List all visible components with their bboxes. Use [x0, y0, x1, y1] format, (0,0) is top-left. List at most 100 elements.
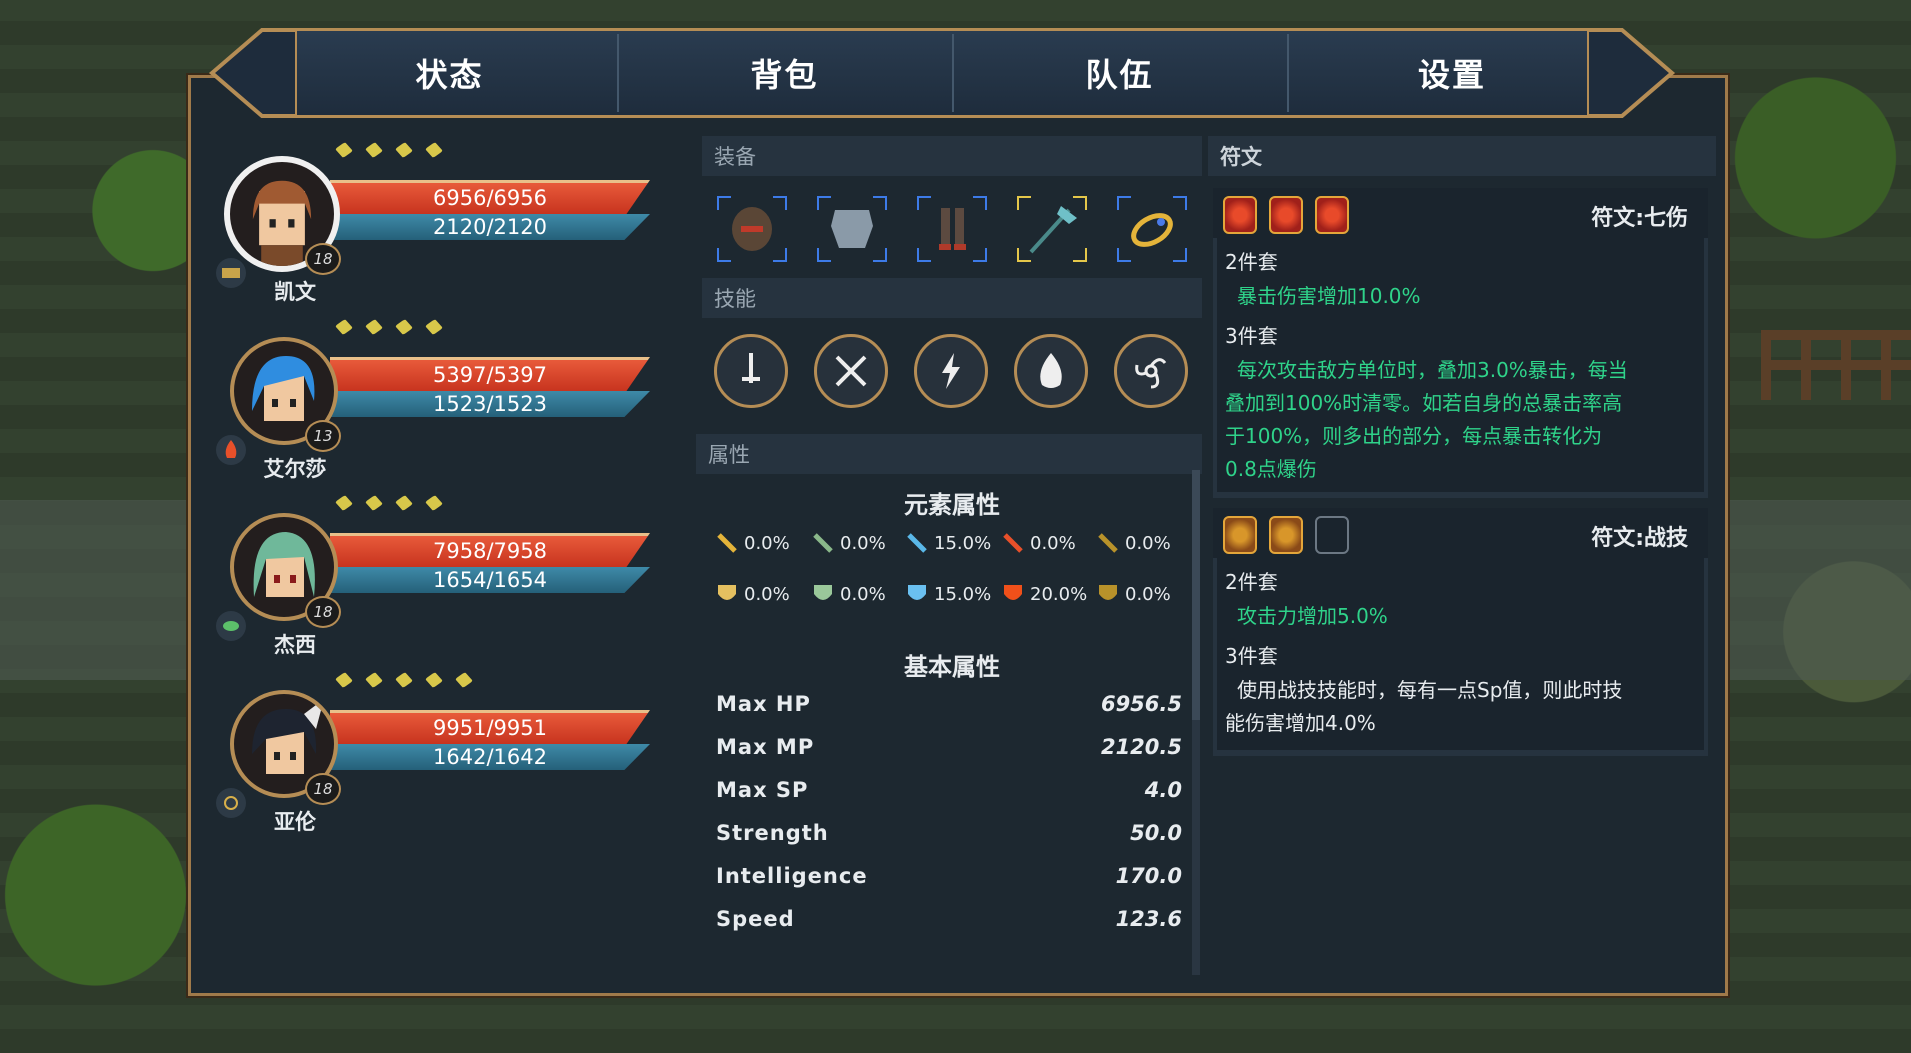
attributes-scrollbar[interactable]: [1192, 470, 1200, 975]
stat-value: 2120.5: [1100, 735, 1182, 759]
stat-value: 6956.5: [1100, 692, 1182, 716]
rune-icon[interactable]: [1315, 196, 1349, 234]
rune-set-qishang: 符文:七伤 2件套 暴击伤害增加10.0% 3件套 每次攻击敌方单位时，叠加3.…: [1213, 188, 1708, 498]
crossed-swords-icon: [835, 355, 867, 387]
shield-gold-icon: [718, 585, 736, 600]
star-pips: [335, 672, 473, 688]
two-piece-label: 2件套: [1225, 250, 1278, 274]
runes-header: 符文: [1208, 136, 1716, 176]
rune-set-header: 符文:七伤: [1213, 188, 1708, 238]
wind-icon: [216, 788, 246, 818]
equip-slot-helmet[interactable]: [717, 196, 787, 262]
rune-set-header: 符文:战技: [1213, 508, 1708, 558]
background-fence: [1761, 330, 1911, 400]
character-card-jessie[interactable]: 7958/7958 1654/1654 18 杰西: [210, 491, 670, 666]
character-card-kevin[interactable]: 6956/6956 2120/2120 18 凯文: [210, 138, 670, 313]
character-name: 艾尔莎: [263, 457, 327, 481]
lightning-icon: [942, 353, 960, 389]
skill-sword[interactable]: [714, 334, 788, 408]
rune-empty-icon[interactable]: [1315, 516, 1349, 554]
skill-cross-slash[interactable]: [814, 334, 888, 408]
equip-slot-weapon[interactable]: [1017, 196, 1087, 262]
stat-value: 170.0: [1115, 864, 1182, 888]
three-piece-effect-line: 每次攻击敌方单位时，叠加3.0%暴击，每当: [1237, 358, 1628, 382]
character-card-elsa[interactable]: 5397/5397 1523/1523 13 艾尔莎: [210, 315, 670, 490]
equip-slot-legs[interactable]: [917, 196, 987, 262]
basic-attributes-title: 基本属性: [904, 653, 1000, 681]
three-piece-label: 3件套: [1225, 324, 1278, 348]
three-piece-effect-line: 于100%，则多出的部分，每点暴击转化为: [1225, 424, 1603, 448]
hp-text: 9951/9951: [433, 716, 547, 740]
attack-res-1: 0.0%: [812, 532, 886, 554]
mp-text: 1523/1523: [433, 392, 547, 416]
rune-set-body: 2件套 攻击力增加5.0% 3件套 使用战技技能时，每有一点Sp值，则此时技 能…: [1217, 558, 1704, 750]
triskelion-icon: [1135, 358, 1167, 389]
rune-icon[interactable]: [1223, 196, 1257, 234]
character-name: 亚伦: [274, 810, 316, 834]
three-piece-effect-line: 0.8点爆伤: [1225, 457, 1317, 481]
tab-backpack[interactable]: 背包: [622, 28, 947, 118]
hp-text: 7958/7958: [433, 539, 547, 563]
three-piece-effect-line: 能伤害增加4.0%: [1225, 711, 1376, 735]
hp-text: 6956/6956: [433, 186, 547, 210]
stat-name: Max MP: [716, 735, 815, 759]
skill-fire[interactable]: [1014, 334, 1088, 408]
skills-header: 技能: [702, 278, 1202, 318]
two-piece-effect: 暴击伤害增加10.0%: [1237, 284, 1421, 308]
two-piece-effect: 攻击力增加5.0%: [1237, 604, 1388, 628]
shield-bronze-icon: [1099, 585, 1117, 600]
sword-icon: [742, 353, 760, 383]
rune-icon[interactable]: [1269, 516, 1303, 554]
tab-bar: 状态 背包 队伍 设置: [202, 22, 1682, 124]
attack-res-0: 0.0%: [716, 532, 790, 554]
rune-set-title: 符文:七伤: [1591, 206, 1688, 231]
rune-icon[interactable]: [1223, 516, 1257, 554]
star-pips: [335, 142, 443, 158]
hp-text: 5397/5397: [433, 363, 547, 387]
attack-res-3: 0.0%: [1002, 532, 1076, 554]
stat-name: Intelligence: [716, 864, 868, 888]
equip-slot-ring[interactable]: [1117, 196, 1187, 262]
star-pips: [335, 319, 443, 335]
skill-slots: [712, 330, 1192, 414]
mp-text: 1642/1642: [433, 745, 547, 769]
sword-gold-icon: [717, 533, 737, 553]
tab-bar-left-cap: [202, 22, 299, 124]
tab-divider: [952, 34, 954, 112]
skill-lightning[interactable]: [914, 334, 988, 408]
scrollbar-thumb[interactable]: [1192, 470, 1200, 720]
stat-name: Max HP: [716, 692, 811, 716]
stat-name: Strength: [716, 821, 829, 845]
tab-status[interactable]: 状态: [287, 28, 612, 118]
character-name: 凯文: [274, 280, 316, 304]
skill-triskelion[interactable]: [1114, 334, 1188, 408]
scroll-icon: [216, 258, 246, 288]
defense-res-3: 20.0%: [1002, 582, 1087, 606]
equip-slot-chest[interactable]: [817, 196, 887, 262]
shield-red-icon: [1004, 585, 1022, 600]
stat-value: 50.0: [1130, 821, 1182, 845]
three-piece-effect-line: 使用战技技能时，每有一点Sp值，则此时技: [1237, 678, 1623, 702]
sword-blue-icon: [907, 533, 927, 553]
element-attributes-title: 元素属性: [904, 491, 1000, 519]
rune-set-zhanji: 符文:战技 2件套 攻击力增加5.0% 3件套 使用战技技能时，每有一点Sp值，…: [1213, 508, 1708, 756]
tab-team[interactable]: 队伍: [957, 28, 1282, 118]
attributes-header: 属性: [696, 434, 1202, 474]
leaf-icon: [216, 611, 246, 641]
fire-icon: [1040, 353, 1062, 388]
shield-green-icon: [814, 585, 832, 600]
level-badge: 18: [305, 243, 341, 275]
character-name: 杰西: [274, 633, 316, 657]
character-card-aaron[interactable]: 9951/9951 1642/1642 18 亚伦: [210, 668, 670, 843]
shield-blue-icon: [908, 585, 926, 600]
attack-res-2: 15.0%: [906, 532, 991, 554]
defense-res-2: 15.0%: [906, 582, 991, 606]
defense-res-1: 0.0%: [812, 582, 886, 606]
stat-value: 123.6: [1115, 907, 1182, 931]
tab-settings[interactable]: 设置: [1292, 28, 1612, 118]
stat-name: Max SP: [716, 778, 809, 802]
equipment-header: 装备: [702, 136, 1202, 176]
defense-res-0: 0.0%: [716, 582, 790, 606]
rune-icon[interactable]: [1269, 196, 1303, 234]
level-badge: 18: [305, 773, 341, 805]
